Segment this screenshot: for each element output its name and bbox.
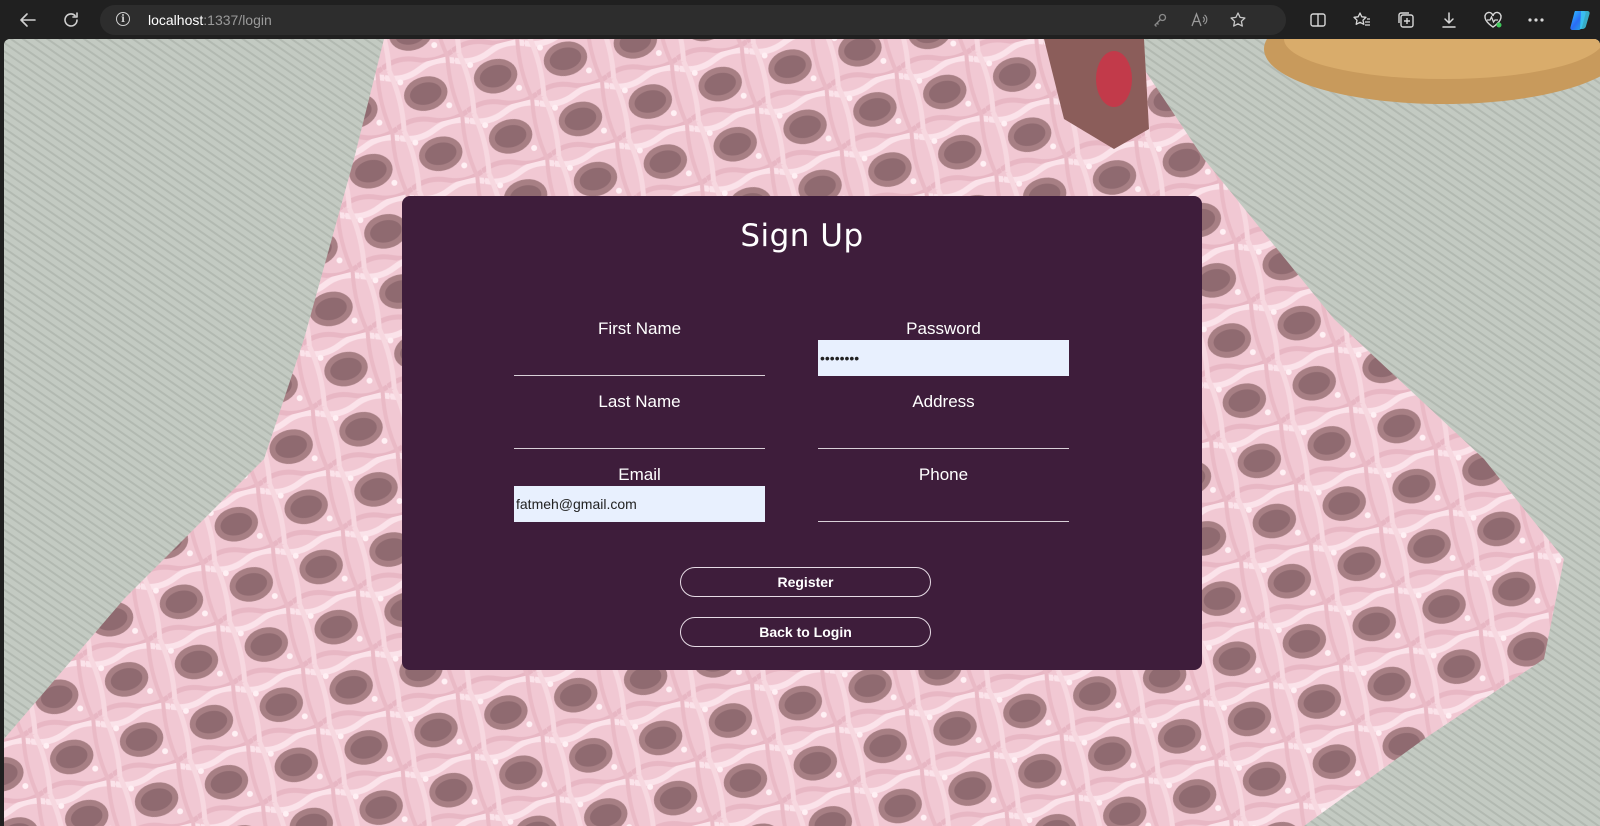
email-group: Email	[514, 465, 765, 522]
first-name-group: First Name	[514, 319, 765, 376]
favorite-star-icon[interactable]	[1228, 10, 1248, 30]
first-name-label: First Name	[597, 319, 682, 338]
info-icon[interactable]: i	[116, 12, 130, 26]
address-label: Address	[912, 392, 975, 411]
last-name-input[interactable]	[514, 413, 765, 449]
url-host: localhost	[148, 12, 204, 28]
collections-icon[interactable]	[1394, 8, 1418, 32]
split-screen-icon[interactable]	[1306, 8, 1330, 32]
address-url[interactable]: localhost:1337/login	[148, 12, 272, 28]
email-input[interactable]	[514, 486, 765, 522]
refresh-icon[interactable]	[57, 6, 85, 34]
phone-input[interactable]	[818, 486, 1069, 522]
copilot-icon[interactable]	[1568, 8, 1592, 32]
browser-toolbar: i localhost:1337/login	[0, 0, 1600, 40]
signup-card: Sign Up First Name Password Last Name Ad…	[402, 196, 1202, 670]
more-options-icon[interactable]	[1524, 8, 1548, 32]
address-group: Address	[818, 392, 1069, 449]
favorites-list-icon[interactable]	[1350, 8, 1374, 32]
last-name-group: Last Name	[514, 392, 765, 449]
url-path: :1337/login	[203, 12, 272, 28]
key-icon[interactable]	[1150, 10, 1170, 30]
last-name-label: Last Name	[598, 392, 681, 411]
first-name-input[interactable]	[514, 340, 765, 376]
back-arrow-icon[interactable]	[14, 6, 42, 34]
password-group: Password	[818, 319, 1069, 376]
address-input[interactable]	[818, 413, 1069, 449]
phone-group: Phone	[818, 465, 1069, 522]
register-button[interactable]: Register	[680, 567, 931, 597]
page-viewport: Sign Up First Name Password Last Name Ad…	[4, 39, 1600, 826]
email-label: Email	[618, 465, 661, 484]
password-label: Password	[906, 319, 981, 338]
phone-label: Phone	[918, 465, 969, 484]
read-aloud-icon[interactable]	[1189, 10, 1209, 30]
page-title: Sign Up	[740, 218, 864, 254]
back-to-login-button[interactable]: Back to Login	[680, 617, 931, 647]
download-icon[interactable]	[1437, 8, 1461, 32]
heart-pulse-icon[interactable]	[1481, 8, 1505, 32]
address-bar[interactable]: i localhost:1337/login	[100, 5, 1286, 35]
password-input[interactable]	[818, 340, 1069, 376]
